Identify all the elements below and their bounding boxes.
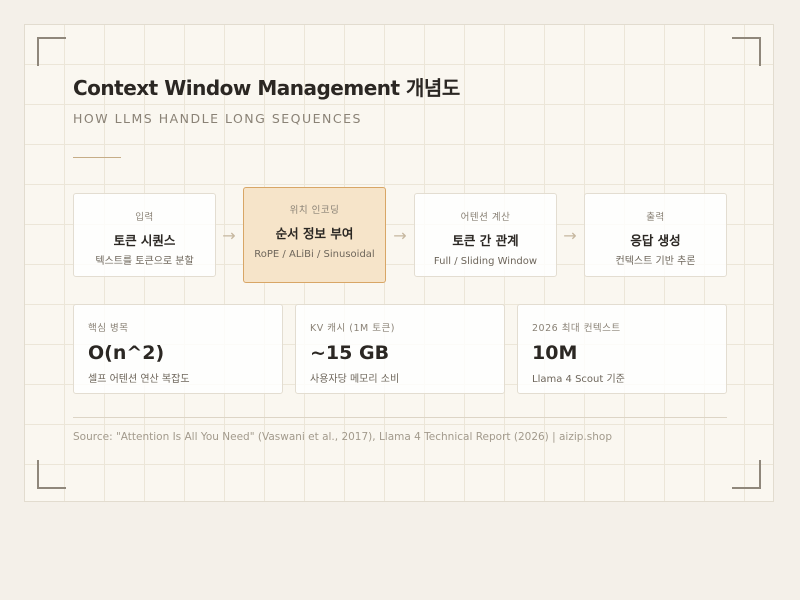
stat-note: 사용자당 메모리 소비 (310, 374, 400, 385)
step-input: 입력 토큰 시퀀스 텍스트를 토큰으로 분할 (73, 193, 216, 277)
step-label: 입력 (135, 212, 154, 223)
diagram-card: Context Window Management 개념도 HOW LLMS H… (24, 24, 774, 502)
footer-divider (73, 417, 727, 418)
stat-value: O(n^2) (88, 342, 165, 364)
source-citation: Source: "Attention Is All You Need" (Vas… (73, 431, 612, 443)
page-title: Context Window Management 개념도 (73, 76, 460, 100)
stat-value: 10M (532, 342, 578, 364)
step-title: 토큰 시퀀스 (113, 233, 176, 248)
stat-card-bottleneck: 핵심 병목 O(n^2) 셀프 어텐션 연산 복잡도 (73, 304, 283, 394)
step-title: 응답 생성 (630, 233, 681, 248)
step-output: 출력 응답 생성 컨텍스트 기반 추론 (584, 193, 727, 277)
step-label: 출력 (646, 212, 665, 223)
step-label: 위치 인코딩 (289, 205, 340, 216)
arrow-right-icon: → (222, 226, 236, 245)
step-label: 어텐션 계산 (460, 212, 511, 223)
step-description: 컨텍스트 기반 추론 (615, 256, 696, 267)
corner-bracket-top-right (732, 37, 761, 66)
corner-bracket-top-left (37, 37, 66, 66)
step-title: 순서 정보 부여 (275, 226, 354, 241)
step-title: 토큰 간 관계 (452, 233, 519, 248)
corner-bracket-bottom-left (37, 460, 66, 489)
stat-note: Llama 4 Scout 기준 (532, 374, 625, 385)
stat-label: 핵심 병목 (88, 323, 129, 334)
stat-label: KV 캐시 (1M 토큰) (310, 323, 395, 334)
accent-divider (73, 157, 121, 158)
step-attention: 어텐션 계산 토큰 간 관계 Full / Sliding Window (414, 193, 557, 277)
stat-value: ~15 GB (310, 342, 390, 364)
stat-label: 2026 최대 컨텍스트 (532, 323, 621, 334)
step-description: Full / Sliding Window (433, 256, 538, 267)
page-subtitle: HOW LLMS HANDLE LONG SEQUENCES (73, 111, 362, 126)
stat-card-max-context: 2026 최대 컨텍스트 10M Llama 4 Scout 기준 (517, 304, 727, 394)
stat-card-kv-cache: KV 캐시 (1M 토큰) ~15 GB 사용자당 메모리 소비 (295, 304, 505, 394)
step-description: 텍스트를 토큰으로 분할 (95, 256, 194, 267)
arrow-right-icon: → (393, 226, 407, 245)
corner-bracket-bottom-right (732, 460, 761, 489)
stat-note: 셀프 어텐션 연산 복잡도 (88, 374, 190, 385)
arrow-right-icon: → (563, 226, 577, 245)
step-positional-encoding: 위치 인코딩 순서 정보 부여 RoPE / ALiBi / Sinusoida… (243, 187, 386, 283)
step-description: RoPE / ALiBi / Sinusoidal (254, 249, 375, 260)
